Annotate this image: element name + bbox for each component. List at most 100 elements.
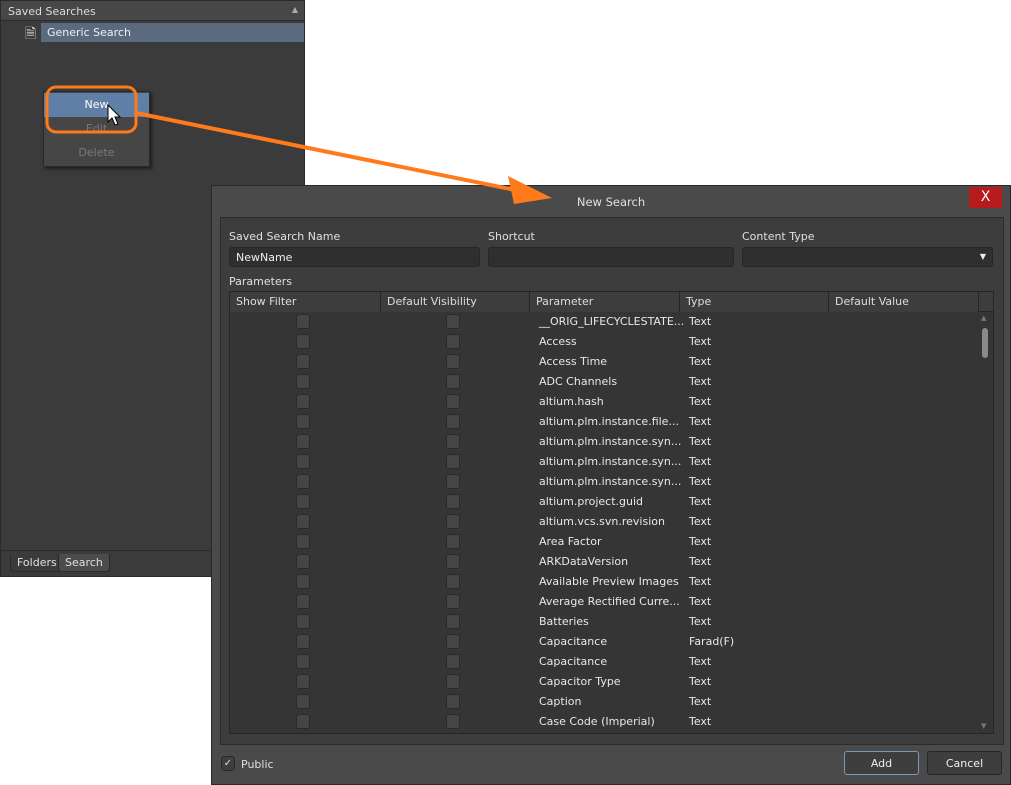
show-filter-checkbox[interactable] [296,634,310,649]
table-row[interactable]: altium.project.guid Text [230,492,978,512]
default-visibility-checkbox[interactable] [446,594,460,609]
parameter-type: Text [689,675,712,688]
default-visibility-checkbox[interactable] [446,714,460,729]
table-row[interactable]: altium.vcs.svn.revision Text [230,512,978,532]
parameter-name: Capacitor Type [539,675,621,688]
default-visibility-checkbox[interactable] [446,494,460,509]
parameter-type: Text [689,715,712,728]
table-row[interactable]: Case Code (Imperial) Text [230,712,978,732]
table-row[interactable]: Average Rectified Curre... Text [230,592,978,612]
show-filter-checkbox[interactable] [296,514,310,529]
vertical-scrollbar[interactable]: ▲ ▼ [979,312,991,732]
table-row[interactable]: __ORIG_LIFECYCLESTATE... Text [230,312,978,332]
table-row[interactable]: altium.hash Text [230,392,978,412]
public-label: Public [241,758,274,771]
default-visibility-checkbox[interactable] [446,654,460,669]
table-row[interactable]: ADC Channels Text [230,372,978,392]
table-row[interactable]: Area Factor Text [230,532,978,552]
default-visibility-checkbox[interactable] [446,534,460,549]
table-row[interactable]: altium.plm.instance.file... Text [230,412,978,432]
default-visibility-checkbox[interactable] [446,474,460,489]
show-filter-checkbox[interactable] [296,394,310,409]
show-filter-checkbox[interactable] [296,614,310,629]
content-type-select[interactable]: ▼ [742,247,993,267]
default-visibility-checkbox[interactable] [446,434,460,449]
column-show-filter[interactable]: Show Filter [230,292,381,312]
parameter-type: Text [689,515,712,528]
parameter-type: Text [689,335,712,348]
show-filter-checkbox[interactable] [296,454,310,469]
show-filter-checkbox[interactable] [296,674,310,689]
show-filter-checkbox[interactable] [296,554,310,569]
show-filter-checkbox[interactable] [296,414,310,429]
show-filter-checkbox[interactable] [296,534,310,549]
collapse-arrow-icon[interactable]: ▲ [292,5,298,14]
cancel-button[interactable]: Cancel [927,751,1002,775]
table-row[interactable]: altium.plm.instance.syn... Text [230,472,978,492]
table-row[interactable]: altium.plm.instance.syn... Text [230,452,978,472]
default-visibility-checkbox[interactable] [446,634,460,649]
shortcut-input[interactable] [488,247,734,267]
default-visibility-checkbox[interactable] [446,414,460,429]
show-filter-checkbox[interactable] [296,594,310,609]
default-visibility-checkbox[interactable] [446,374,460,389]
default-visibility-checkbox[interactable] [446,674,460,689]
saved-search-item[interactable]: Generic Search [41,23,304,42]
show-filter-checkbox[interactable] [296,474,310,489]
default-visibility-checkbox[interactable] [446,614,460,629]
default-visibility-checkbox[interactable] [446,314,460,329]
table-row[interactable]: ARKDataVersion Text [230,552,978,572]
show-filter-checkbox[interactable] [296,574,310,589]
show-filter-checkbox[interactable] [296,374,310,389]
column-default-visibility[interactable]: Default Visibility [381,292,530,312]
table-row[interactable]: Caption Text [230,692,978,712]
close-button[interactable]: X [969,187,1002,208]
show-filter-checkbox[interactable] [296,654,310,669]
menu-item-delete[interactable]: Delete [44,141,149,165]
default-visibility-checkbox[interactable] [446,694,460,709]
saved-search-name-input[interactable]: NewName [229,247,480,267]
parameter-type: Text [689,555,712,568]
parameter-name: altium.project.guid [539,495,644,508]
table-row[interactable]: Capacitance Farad(F) [230,632,978,652]
show-filter-checkbox[interactable] [296,694,310,709]
default-visibility-checkbox[interactable] [446,554,460,569]
show-filter-checkbox[interactable] [296,714,310,729]
parameter-name: Caption [539,695,582,708]
show-filter-checkbox[interactable] [296,354,310,369]
table-row[interactable]: Access Text [230,332,978,352]
menu-item-edit[interactable]: Edit [44,117,149,141]
table-row[interactable]: Capacitance Text [230,652,978,672]
show-filter-checkbox[interactable] [296,494,310,509]
chevron-down-icon: ▼ [979,252,986,261]
default-visibility-checkbox[interactable] [446,334,460,349]
parameter-name: Capacitance [539,655,608,668]
default-visibility-checkbox[interactable] [446,394,460,409]
show-filter-checkbox[interactable] [296,314,310,329]
add-button[interactable]: Add [844,751,919,775]
tab-folders[interactable]: Folders [10,554,64,572]
scroll-up-icon[interactable]: ▲ [981,314,986,322]
column-default-value[interactable]: Default Value [829,292,979,312]
show-filter-checkbox[interactable] [296,434,310,449]
scrollbar-thumb[interactable] [982,328,988,358]
column-type[interactable]: Type [680,292,829,312]
table-row[interactable]: Available Preview Images Text [230,572,978,592]
default-visibility-checkbox[interactable] [446,454,460,469]
parameter-name: Capacitance [539,635,608,648]
parameter-type: Farad(F) [689,635,735,648]
default-visibility-checkbox[interactable] [446,354,460,369]
table-row[interactable]: altium.plm.instance.syn... Text [230,432,978,452]
column-parameter[interactable]: Parameter [530,292,680,312]
show-filter-checkbox[interactable] [296,334,310,349]
public-checkbox[interactable]: ✓ [221,756,235,771]
default-visibility-checkbox[interactable] [446,574,460,589]
table-header: Show Filter Default Visibility Parameter… [230,292,993,312]
default-visibility-checkbox[interactable] [446,514,460,529]
menu-item-new[interactable]: New [44,93,149,117]
tab-search[interactable]: Search [58,554,110,572]
table-row[interactable]: Batteries Text [230,612,978,632]
table-row[interactable]: Access Time Text [230,352,978,372]
scroll-down-icon[interactable]: ▼ [981,722,986,730]
table-row[interactable]: Capacitor Type Text [230,672,978,692]
